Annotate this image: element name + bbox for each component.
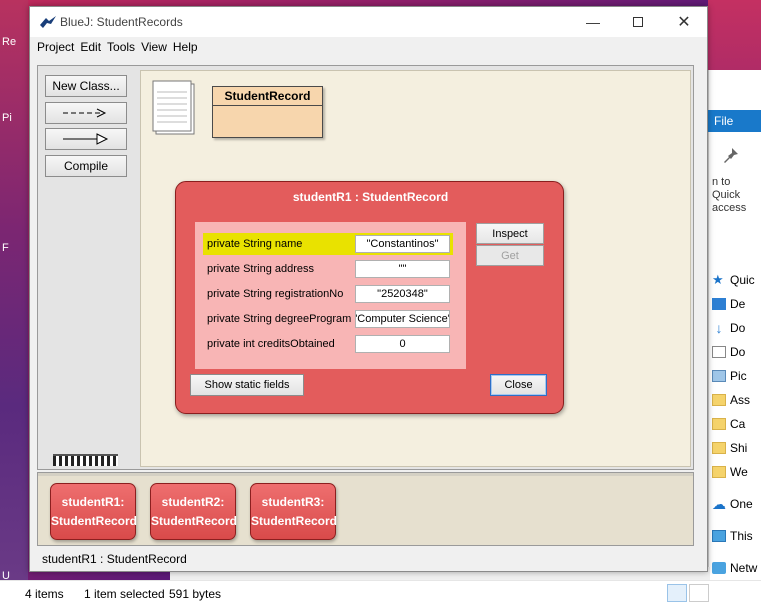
folder-icon: [712, 418, 726, 430]
desktop-icon: [712, 298, 726, 310]
object-name: studentR1:: [61, 494, 125, 509]
field-label: private String address: [207, 263, 314, 275]
pin-to-quick-access-label[interactable]: n to Quick access: [712, 176, 760, 215]
folder-icon: [712, 442, 726, 454]
menu-help[interactable]: Help: [170, 40, 201, 54]
nav-downloads[interactable]: ↓ Do: [712, 316, 761, 340]
object-name: studentR3:: [261, 494, 325, 509]
field-value: "": [355, 260, 450, 278]
object-studentr3[interactable]: studentR3: StudentRecord: [250, 483, 338, 540]
field-row-registration-no[interactable]: private String registrationNo "2520348": [203, 283, 453, 305]
compile-button[interactable]: Compile: [45, 155, 127, 177]
close-inspector-button[interactable]: Close: [490, 374, 547, 396]
bench-divider[interactable]: [38, 473, 693, 476]
maximize-button[interactable]: [615, 10, 661, 34]
object-studentr2[interactable]: studentR2: StudentRecord: [150, 483, 238, 540]
details-view-button[interactable]: [667, 584, 687, 602]
menu-project[interactable]: Project: [34, 40, 77, 54]
documents-icon: [712, 346, 726, 358]
left-fragment: Re: [2, 36, 17, 48]
title-bar[interactable]: BlueJ: StudentRecords — ✕: [30, 7, 707, 37]
inspect-button[interactable]: Inspect: [476, 223, 544, 244]
minimize-icon: —: [586, 14, 600, 30]
object-type: StudentRecord: [251, 513, 338, 528]
class-diagram-canvas[interactable]: StudentRecord studentR1 : StudentRecord …: [140, 70, 691, 467]
object-type: StudentRecord: [51, 513, 138, 528]
nav-folder[interactable]: Ass: [712, 388, 761, 412]
field-row-credits-obtained[interactable]: private int creditsObtained 0: [203, 333, 453, 355]
onedrive-icon: ☁: [712, 496, 726, 512]
network-icon: [712, 562, 726, 574]
folder-icon: [712, 466, 726, 478]
nav-onedrive[interactable]: ☁ One: [712, 492, 761, 516]
field-label: private String degreeProgram: [207, 313, 352, 325]
nav-this-pc[interactable]: This: [712, 524, 761, 548]
menu-bar: Project Edit Tools View Help: [30, 37, 707, 57]
minimize-button[interactable]: —: [570, 10, 616, 34]
pin-icon[interactable]: [722, 146, 740, 164]
field-value: "Constantinos": [355, 235, 450, 253]
dashed-arrow-icon: [63, 108, 107, 118]
bluej-window: BlueJ: StudentRecords — ✕ Project Edit T…: [29, 6, 708, 572]
left-fragment: Pi: [2, 112, 12, 124]
dependency-arrow-button[interactable]: [45, 102, 127, 124]
get-button[interactable]: Get: [476, 245, 544, 266]
nav-documents[interactable]: Do: [712, 340, 761, 364]
menu-edit[interactable]: Edit: [77, 40, 104, 54]
pictures-icon: [712, 370, 726, 382]
explorer-ribbon-top: [708, 0, 761, 70]
close-icon: ✕: [677, 14, 691, 31]
downloads-icon: ↓: [715, 320, 723, 336]
status-size: 591 bytes: [169, 587, 222, 601]
inheritance-arrow-icon: [63, 133, 109, 145]
field-value: "Computer Science": [355, 310, 450, 328]
close-window-button[interactable]: ✕: [661, 10, 707, 34]
nav-folder[interactable]: Shi: [712, 436, 761, 460]
object-bench: studentR1: StudentRecord studentR2: Stud…: [37, 472, 694, 546]
status-selection: 1 item selected: [84, 587, 165, 601]
new-class-button[interactable]: New Class...: [45, 75, 127, 97]
field-label: private String name: [207, 238, 303, 250]
field-label: private String registrationNo: [207, 288, 344, 300]
show-static-fields-button[interactable]: Show static fields: [190, 374, 304, 396]
field-label: private int creditsObtained: [207, 338, 335, 350]
nav-network[interactable]: Netw: [712, 556, 761, 580]
menu-view[interactable]: View: [138, 40, 170, 54]
inspector-title: studentR1 : StudentRecord: [292, 190, 449, 204]
field-value: 0: [355, 335, 450, 353]
status-item-count: 4 items: [25, 587, 64, 601]
large-icons-view-button[interactable]: [689, 584, 709, 602]
class-name: StudentRecord: [213, 87, 322, 106]
object-name: studentR2:: [161, 494, 225, 509]
bluej-bird-icon: [40, 16, 56, 28]
maximize-icon: [633, 17, 643, 27]
nav-pictures[interactable]: Pic: [712, 364, 761, 388]
nav-folder[interactable]: Ca: [712, 412, 761, 436]
field-row-name[interactable]: private String name "Constantinos": [203, 233, 453, 255]
left-fragment: F: [2, 242, 9, 254]
inheritance-arrow-button[interactable]: [45, 128, 127, 150]
project-workspace: New Class... Compile StudentRecord stude…: [37, 65, 694, 470]
folder-icon: [712, 394, 726, 406]
object-inspector-dialog: studentR1 : StudentRecord private String…: [175, 181, 564, 414]
machine-status-indicator: [53, 454, 118, 466]
bluej-status-bar: studentR1 : StudentRecord: [42, 552, 187, 566]
explorer-left-edge: Re Pi F U: [0, 0, 28, 582]
star-icon: ★: [712, 272, 724, 287]
window-title: BlueJ: StudentRecords: [60, 15, 183, 29]
ribbon-file-tab[interactable]: File: [708, 110, 761, 132]
menu-tools[interactable]: Tools: [104, 40, 138, 54]
nav-quick-access[interactable]: ★ Quic: [712, 268, 761, 292]
this-pc-icon: [712, 530, 726, 542]
object-type: StudentRecord: [151, 513, 238, 528]
object-studentr1[interactable]: studentR1: StudentRecord: [50, 483, 138, 540]
field-row-address[interactable]: private String address "": [203, 258, 453, 280]
nav-folder[interactable]: We: [712, 460, 761, 484]
field-row-degree-program[interactable]: private String degreeProgram "Computer S…: [203, 308, 453, 330]
field-value: "2520348": [355, 285, 450, 303]
nav-desktop[interactable]: De: [712, 292, 761, 316]
class-studentrecord[interactable]: StudentRecord: [212, 86, 323, 138]
readme-document-icon[interactable]: [152, 80, 198, 138]
field-list: private String name "Constantinos" priva…: [195, 222, 466, 369]
